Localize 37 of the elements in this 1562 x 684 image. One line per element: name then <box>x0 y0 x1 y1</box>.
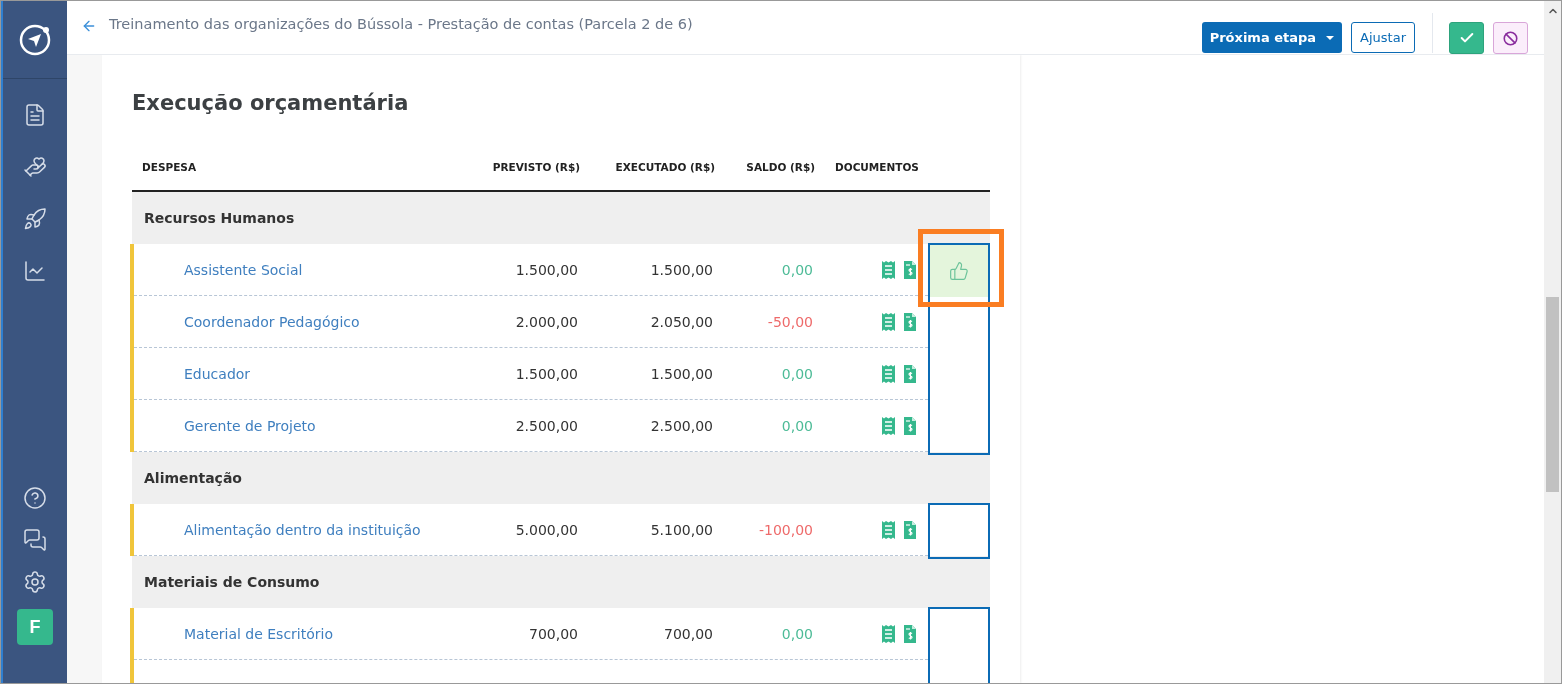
expense-link[interactable]: Gerente de Projeto <box>134 417 470 434</box>
balance-amount: 0,00 <box>780 417 813 434</box>
balance-amount: 0,00 <box>780 365 813 382</box>
planned-amount: 700,00 <box>528 625 578 642</box>
executed-amount: 5.100,00 <box>649 521 713 538</box>
expense-link[interactable]: Coordenador Pedagógico <box>134 313 470 330</box>
column-header: EXECUTADO (R$) <box>614 161 715 175</box>
column-header: PREVISTO (R$) <box>491 161 580 175</box>
planned-amount: 2.500,00 <box>514 417 578 434</box>
executed-amount: 700,00 <box>663 625 713 642</box>
adjust-button[interactable]: Ajustar <box>1351 22 1415 53</box>
balance-amount: 0,00 <box>780 625 813 642</box>
user-avatar[interactable]: F <box>17 609 53 645</box>
executed-amount: 1.500,00 <box>649 365 713 382</box>
group-header: Alimentação <box>132 452 990 504</box>
expense-link[interactable]: Alimentação dentro da instituição <box>134 521 470 538</box>
section-title: Execução orçamentária <box>132 91 410 115</box>
next-step-button[interactable]: Próxima etapa <box>1201 22 1343 53</box>
group-header: Recursos Humanos <box>132 192 990 244</box>
column-header: DESPESA <box>141 161 197 175</box>
balance-amount: 0,00 <box>780 261 813 278</box>
planned-amount: 1.500,00 <box>514 365 578 382</box>
column-header: DOCUMENTOS <box>834 161 920 175</box>
page-title: Treinamento das organizações do Bússola - Prestação de contas (Parcela 2 de 6) <box>109 16 694 32</box>
planned-amount: 5.000,00 <box>514 521 578 538</box>
group-header: Materiais de Consumo <box>132 556 990 608</box>
expense-link[interactable]: Assistente Social <box>134 261 470 278</box>
expense-link[interactable]: Educador <box>134 365 470 382</box>
planned-amount: 1.500,00 <box>514 261 578 278</box>
executed-amount: 2.050,00 <box>649 313 713 330</box>
balance-amount: -50,00 <box>766 313 813 330</box>
executed-amount: 1.500,00 <box>649 261 713 278</box>
expense-link[interactable]: Material de Escritório <box>134 625 470 642</box>
column-header: SALDO (R$) <box>745 161 815 175</box>
balance-amount: -100,00 <box>757 521 813 538</box>
planned-amount: 2.000,00 <box>514 313 578 330</box>
executed-amount: 2.500,00 <box>649 417 713 434</box>
